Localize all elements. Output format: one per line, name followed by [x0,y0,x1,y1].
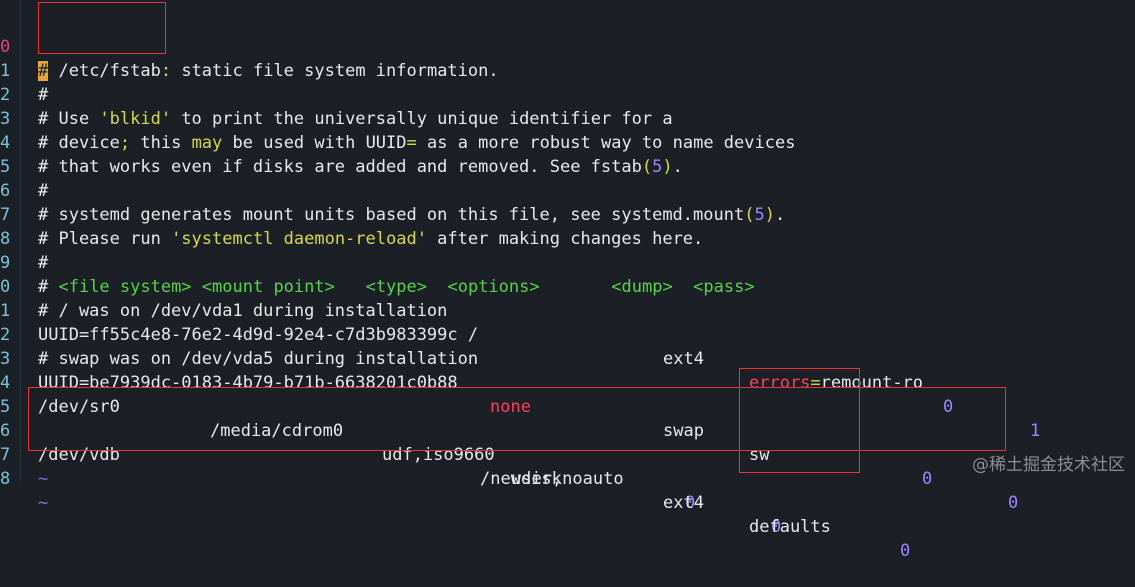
editor-line[interactable]: 1 # [0,35,1135,105]
watermark: @稀土掘金技术社区 [972,455,1125,475]
editor-line[interactable]: 4 /dev/sr0 /media/cdrom0 udf,iso9660 use… [0,347,1135,537]
editor-line: ~ [0,467,1135,513]
editor-line[interactable]: 3 UUID=be7939dc-0183-4b79-b71b-6638201c0… [0,323,1135,513]
highlight-box-filename [38,2,166,54]
editor-line[interactable]: 6 # systemd generates mount units based … [0,155,1135,225]
highlight-box-defaults [739,368,860,473]
vim-editor[interactable]: 0 # /etc/fstab: static file system infor… [0,0,1135,561]
editor-line[interactable]: 0 # / was on /dev/vda1 during installati… [0,251,1135,321]
empty-line-tilde: ~ [38,493,49,513]
editor-line[interactable]: 4 # that works even if disks are added a… [0,107,1135,177]
editor-line[interactable]: 2 # swap was on /dev/vda5 during install… [0,299,1135,369]
editor-line[interactable]: 5 # [0,131,1135,201]
editor-line[interactable]: 1 UUID=ff55c4e8-76e2-4d9d-92e4-c7d3b9833… [0,275,1135,441]
editor-line[interactable]: 2 # Use 'blkid' to print the universally… [0,59,1135,129]
editor-line[interactable]: 8 # [0,203,1135,273]
editor-line[interactable]: 0 # /etc/fstab: static file system infor… [0,11,1135,81]
editor-line[interactable]: 9 # <file system> <mount point> <type> <… [0,227,1135,297]
editor-line[interactable]: 7 # Please run 'systemctl daemon-reload'… [0,179,1135,249]
editor-line[interactable]: 3 # device; this may be used with UUID= … [0,83,1135,153]
